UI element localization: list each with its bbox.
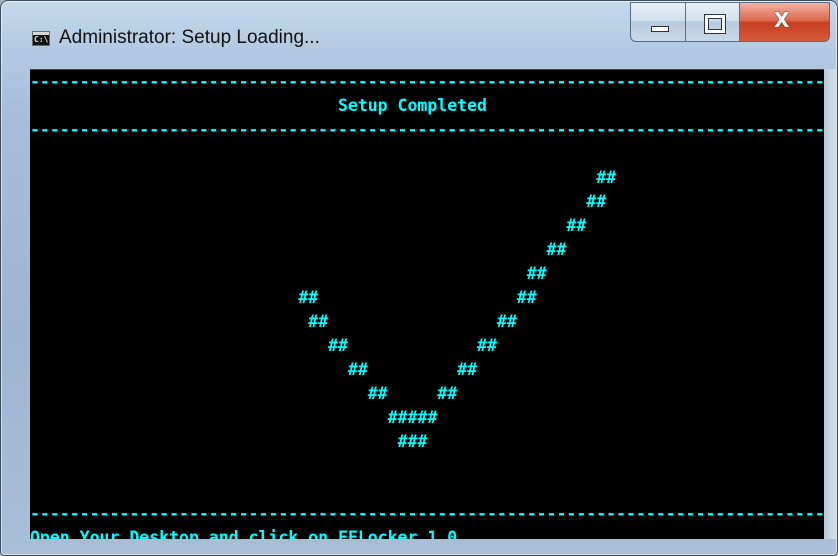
checkmark-art-line: #####	[30, 408, 438, 427]
console-output-area[interactable]: ----------------------------------------…	[30, 69, 824, 539]
checkmark-art-line: ##	[30, 216, 587, 235]
checkmark-art-line: ## ##	[30, 360, 478, 379]
console-window: C:\ Administrator: Setup Loading... X --…	[0, 0, 838, 556]
checkmark-art-line: ## ##	[30, 312, 517, 331]
checkmark-art-line: ## ##	[30, 288, 537, 307]
console-line: ----------------------------------------…	[30, 120, 824, 139]
checkmark-art-line: ## ##	[30, 336, 497, 355]
checkmark-art-line: ###	[30, 432, 428, 451]
maximize-icon	[705, 15, 725, 33]
checkmark-art-line: ## ##	[30, 384, 458, 403]
checkmark-art-line: ##	[30, 192, 607, 211]
minimize-button[interactable]	[630, 2, 686, 42]
console-icon[interactable]: C:\	[32, 31, 50, 46]
checkmark-art-line: ##	[30, 264, 547, 283]
minimize-icon	[651, 26, 669, 32]
caption-buttons: X	[630, 2, 830, 42]
console-icon-text: C:\	[34, 35, 49, 44]
close-button[interactable]: X	[740, 2, 830, 42]
title-bar[interactable]: C:\ Administrator: Setup Loading... X	[1, 1, 837, 69]
window-right-border	[824, 69, 837, 539]
checkmark-art-line: ##	[30, 240, 567, 259]
maximize-button[interactable]	[686, 2, 740, 42]
close-icon: X	[774, 8, 790, 32]
console-line: ----------------------------------------…	[30, 72, 824, 91]
checkmark-art-line: ##	[30, 168, 617, 187]
console-instruction: Open Your Desktop and click on FFLocker …	[30, 528, 458, 539]
console-heading: Setup Completed	[30, 96, 487, 115]
window-title: Administrator: Setup Loading...	[59, 27, 320, 48]
console-text: ----------------------------------------…	[30, 70, 824, 539]
console-line: ----------------------------------------…	[30, 504, 824, 523]
